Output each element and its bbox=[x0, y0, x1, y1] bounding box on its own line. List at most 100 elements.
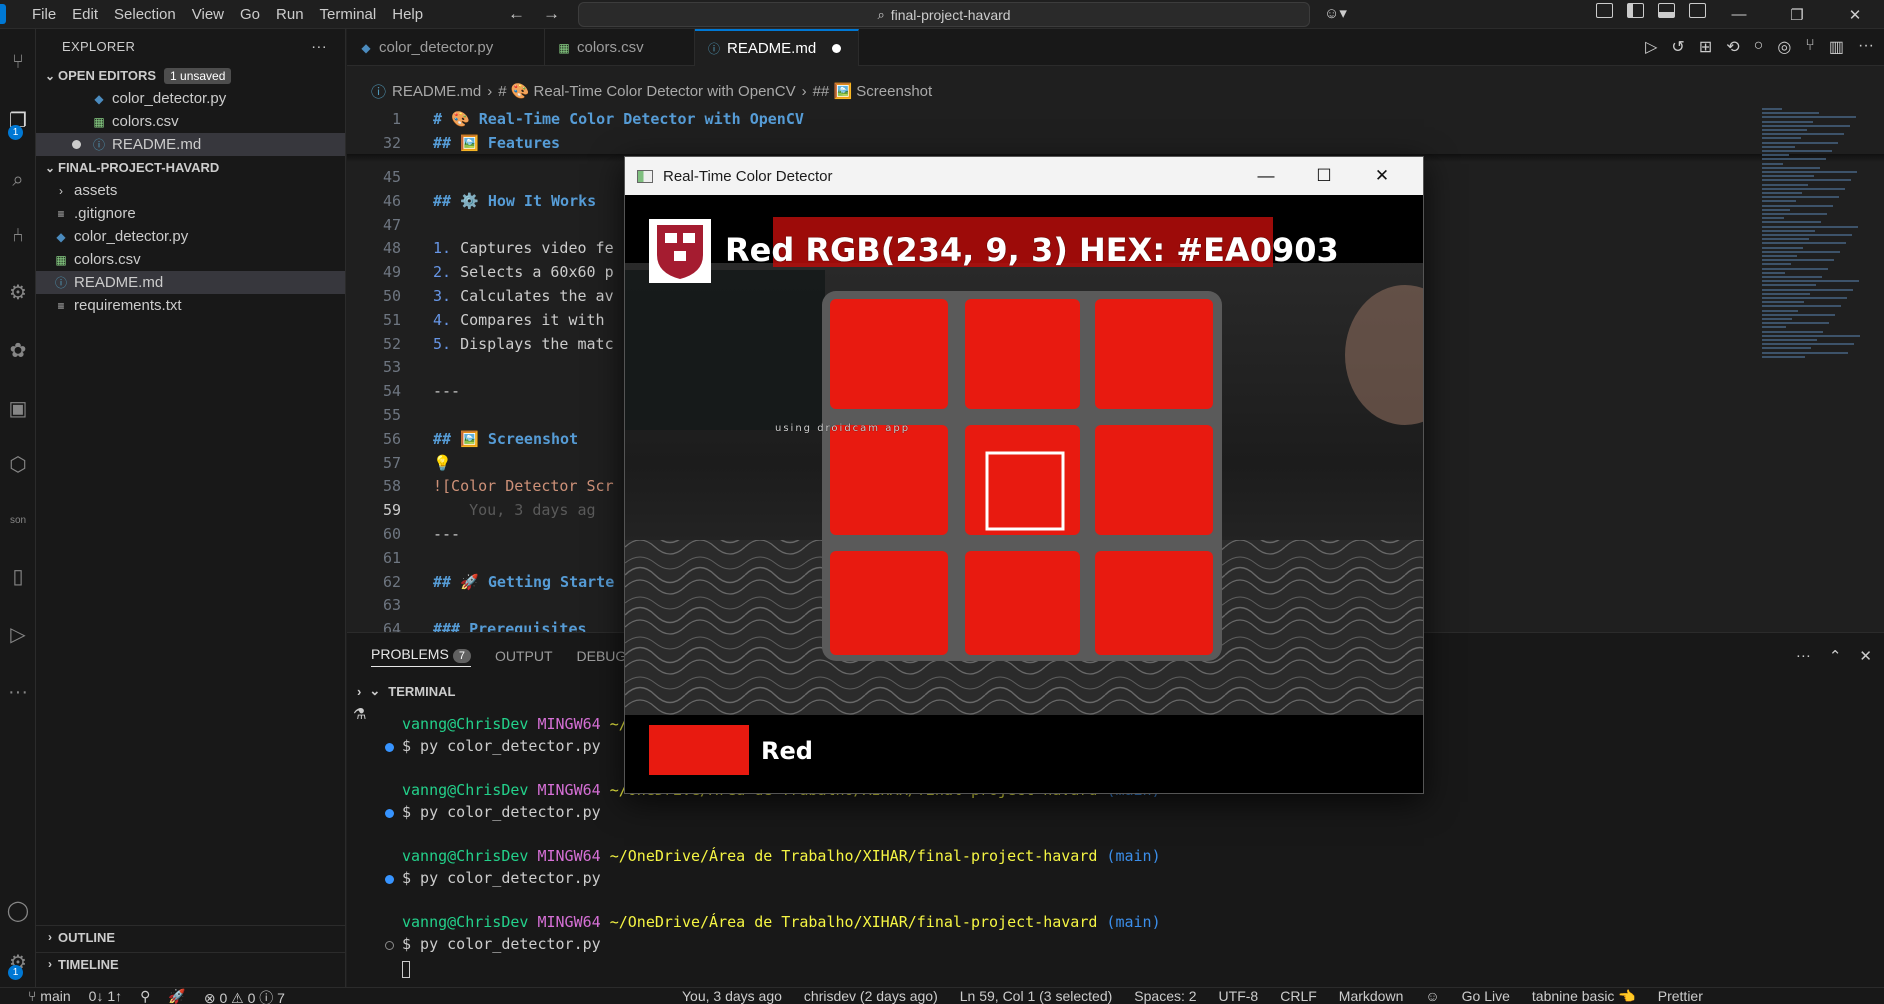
json-icon[interactable]: son bbox=[0, 505, 36, 535]
go-back-change-icon[interactable]: ⟲ bbox=[1726, 37, 1739, 57]
command-decoration-icon[interactable] bbox=[385, 809, 394, 818]
back-arrow-icon[interactable]: ← bbox=[508, 4, 525, 24]
panel-more-icon[interactable]: ··· bbox=[1796, 647, 1811, 665]
status-eol[interactable]: CRLF bbox=[1280, 988, 1317, 1004]
tab-problems[interactable]: PROBLEMS 7 bbox=[371, 646, 471, 667]
command-decoration-icon[interactable] bbox=[385, 743, 394, 752]
status-branch[interactable]: ⑂ main bbox=[28, 988, 71, 1004]
source-control-icon[interactable]: ⑃ bbox=[0, 221, 36, 251]
cv-maximize-icon[interactable]: ☐ bbox=[1295, 157, 1353, 195]
status-copilot-icon[interactable]: ☺ bbox=[1425, 988, 1439, 1004]
breadcrumb-file[interactable]: README.md bbox=[392, 83, 481, 100]
status-indentation[interactable]: Spaces: 2 bbox=[1134, 988, 1196, 1004]
source-control-graph-icon[interactable]: ⑂ bbox=[0, 47, 36, 77]
cv-minimize-icon[interactable]: — bbox=[1237, 157, 1295, 195]
customize-layout-icon[interactable] bbox=[1596, 3, 1613, 18]
menu-item-file[interactable]: File bbox=[24, 6, 64, 23]
maximize-panel-icon[interactable]: ⌃ bbox=[1829, 647, 1842, 665]
file-label: .gitignore bbox=[74, 205, 136, 222]
forward-arrow-icon[interactable]: → bbox=[543, 4, 560, 24]
status-blame[interactable]: You, 3 days ago bbox=[682, 988, 782, 1004]
cv-window-titlebar[interactable]: Real-Time Color Detector — ☐ ✕ bbox=[625, 157, 1423, 195]
more-actions-icon[interactable]: ··· bbox=[311, 38, 327, 55]
status-tabnine[interactable]: tabnine basic 👈 bbox=[1532, 988, 1636, 1004]
status-prettier[interactable]: Prettier bbox=[1658, 988, 1703, 1004]
status-cursor-position[interactable]: Ln 59, Col 1 (3 selected) bbox=[960, 988, 1113, 1004]
menu-item-run[interactable]: Run bbox=[268, 6, 312, 23]
status-git-graph-icon[interactable]: ⚲ bbox=[140, 988, 150, 1004]
status-problems[interactable]: ⊗ 0 ⚠ 0 ⓘ 7 bbox=[204, 988, 285, 1004]
tab-output[interactable]: OUTPUT bbox=[495, 648, 553, 664]
accounts-icon[interactable]: ◯ bbox=[0, 895, 36, 925]
open-editor-item[interactable]: ▦ colors.csv bbox=[36, 110, 345, 133]
status-go-live[interactable]: Go Live bbox=[1462, 988, 1510, 1004]
minimap-line bbox=[1762, 124, 1850, 127]
split-editor-icon[interactable]: ▥ bbox=[1829, 37, 1844, 57]
open-editors-section[interactable]: ⌄ OPEN EDITORS 1 unsaved bbox=[36, 64, 345, 87]
folder-item[interactable]: › assets bbox=[36, 179, 345, 202]
run-icon[interactable]: ▷ bbox=[1645, 37, 1657, 57]
timeline-section[interactable]: › TIMELINE bbox=[36, 952, 345, 975]
status-language[interactable]: Markdown bbox=[1339, 988, 1404, 1004]
flask-icon[interactable]: ⚗ bbox=[353, 705, 366, 723]
remote-explorer-icon[interactable]: ▣ bbox=[0, 393, 36, 423]
run-debug-icon[interactable]: ⚙ bbox=[0, 277, 36, 307]
menu-item-terminal[interactable]: Terminal bbox=[312, 6, 385, 23]
terminal-prompt-line: vanng@ChrisDev MINGW64 ~/ bbox=[402, 715, 637, 733]
color-detector-window[interactable]: Real-Time Color Detector — ☐ ✕ Red RGB(2… bbox=[624, 156, 1424, 794]
breadcrumb-heading-2[interactable]: ## 🖼️ Screenshot bbox=[813, 82, 933, 100]
cv-close-icon[interactable]: ✕ bbox=[1353, 157, 1411, 195]
tab-color-detector-py[interactable]: ◆ color_detector.py bbox=[347, 29, 545, 66]
search-activity-icon[interactable]: ⌕ bbox=[0, 165, 36, 195]
prompt-host: MINGW64 bbox=[537, 781, 601, 799]
command-center-search[interactable]: ⌕ final-project-havard bbox=[578, 2, 1310, 27]
project-section[interactable]: ⌄ FINAL-PROJECT-HAVARD bbox=[36, 156, 345, 179]
restore-icon[interactable]: ❐ bbox=[1768, 0, 1826, 29]
more-editor-actions-icon[interactable]: ··· bbox=[1858, 37, 1874, 57]
command-decoration-icon[interactable] bbox=[385, 941, 394, 950]
outline-section[interactable]: › OUTLINE bbox=[36, 925, 345, 948]
open-editor-item[interactable]: ⓘ README.md bbox=[36, 133, 345, 156]
open-editor-item[interactable]: ◆ color_detector.py bbox=[36, 87, 345, 110]
containers-icon[interactable]: ⬡ bbox=[0, 449, 36, 479]
tab-colors-csv[interactable]: ▦ colors.csv bbox=[545, 29, 695, 66]
minimize-icon[interactable]: — bbox=[1710, 0, 1768, 29]
status-sync[interactable]: 0↓ 1↑ bbox=[89, 988, 122, 1004]
toggle-secondary-sidebar-icon[interactable] bbox=[1689, 3, 1706, 18]
git-compare-icon[interactable]: ⑂ bbox=[1805, 37, 1815, 57]
menu-item-help[interactable]: Help bbox=[384, 6, 431, 23]
menu-item-view[interactable]: View bbox=[184, 6, 232, 23]
extensions-icon[interactable]: ✿ bbox=[0, 335, 36, 365]
toggle-sidebar-icon[interactable] bbox=[1627, 3, 1644, 18]
file-item[interactable]: ▦ colors.csv bbox=[36, 248, 345, 271]
status-encoding[interactable]: UTF-8 bbox=[1219, 988, 1259, 1004]
file-item[interactable]: ≡ requirements.txt bbox=[36, 294, 345, 317]
unsaved-dot-icon[interactable] bbox=[832, 44, 842, 53]
explorer-icon[interactable]: ❐ 1 bbox=[0, 105, 36, 140]
file-item[interactable]: ⓘ README.md bbox=[36, 271, 345, 294]
manage-gear-icon[interactable]: ⚙ 1 bbox=[0, 947, 36, 980]
status-deploy-icon[interactable]: 🚀 bbox=[168, 988, 185, 1004]
previous-change-icon[interactable]: ○ bbox=[1754, 37, 1764, 57]
toggle-panel-icon[interactable] bbox=[1658, 3, 1675, 18]
file-item[interactable]: ≡ .gitignore bbox=[36, 202, 345, 225]
testing-icon[interactable]: ▷ bbox=[0, 619, 36, 649]
minimap[interactable] bbox=[1758, 104, 1870, 632]
open-preview-icon[interactable]: ⊞ bbox=[1699, 37, 1712, 57]
menu-item-go[interactable]: Go bbox=[232, 6, 268, 23]
menu-item-edit[interactable]: Edit bbox=[64, 6, 106, 23]
status-author[interactable]: chrisdev (2 days ago) bbox=[804, 988, 938, 1004]
copilot-icon[interactable]: ☺▾ bbox=[1324, 4, 1347, 22]
menu-item-selection[interactable]: Selection bbox=[106, 6, 184, 23]
tab-readme-md[interactable]: ⓘ README.md bbox=[695, 29, 859, 66]
more-views-icon[interactable]: ··· bbox=[0, 677, 36, 707]
close-window-icon[interactable]: ✕ bbox=[1826, 0, 1884, 29]
breadcrumb-heading-1[interactable]: # 🎨 Real-Time Color Detector with OpenCV bbox=[498, 82, 795, 100]
history-icon[interactable]: ↺ bbox=[1671, 37, 1684, 57]
command-decoration-icon[interactable] bbox=[385, 875, 394, 884]
file-item[interactable]: ◆ color_detector.py bbox=[36, 225, 345, 248]
bookmarks-icon[interactable]: ▯ bbox=[0, 561, 36, 591]
unsaved-dot-icon[interactable] bbox=[72, 140, 81, 149]
next-change-icon[interactable]: ◎ bbox=[1777, 37, 1791, 57]
close-panel-icon[interactable]: ✕ bbox=[1859, 647, 1872, 665]
